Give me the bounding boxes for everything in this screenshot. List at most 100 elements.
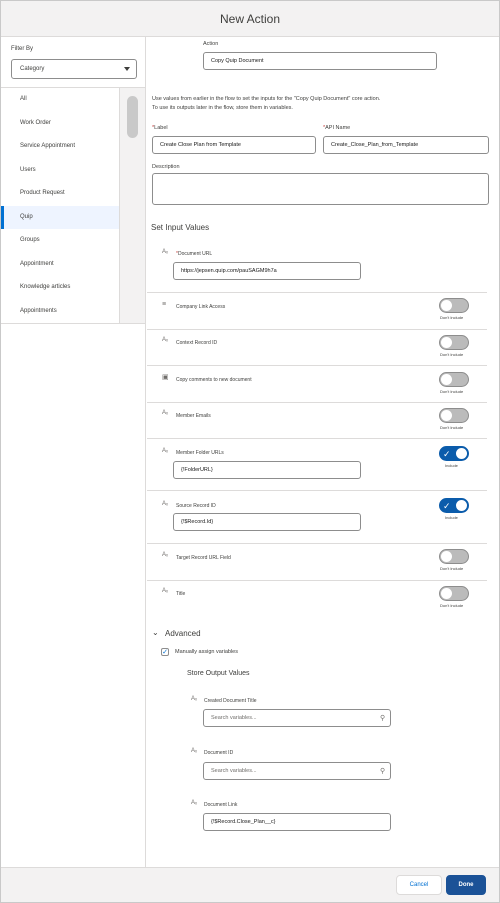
- toggle-state-label: Include: [445, 463, 458, 468]
- new-action-modal: New Action Filter By Category All Work O…: [0, 0, 500, 903]
- output-label-created-document-title: Created Document Title: [204, 698, 257, 704]
- checkmark-icon: ✓: [162, 649, 168, 656]
- text-type-icon: Aₓ: [162, 501, 168, 507]
- checkmark-icon: ✓: [443, 449, 451, 459]
- action-label: Action: [203, 41, 219, 47]
- context-record-id-toggle[interactable]: [439, 335, 469, 350]
- param-row-member-folder-urls: Aₓ Member Folder URLs ✓ Include {!Folder…: [147, 439, 487, 491]
- param-row-member-emails: Aₓ Member Emails Don't Include: [147, 403, 487, 439]
- text-type-icon: Aₓ: [191, 696, 197, 702]
- category-list: All Work Order Service Appointment Users…: [1, 87, 119, 324]
- category-item-work-order[interactable]: Work Order: [1, 112, 119, 136]
- title-toggle[interactable]: [439, 586, 469, 601]
- text-type-icon: Aₓ: [162, 552, 168, 558]
- copy-comments-toggle[interactable]: [439, 372, 469, 387]
- param-row-document-url: Aₓ *Document URL https://jepsen.quip.com…: [147, 239, 487, 293]
- filter-by-label: Filter By: [11, 46, 34, 52]
- label-input[interactable]: Create Close Plan from Template: [152, 136, 316, 154]
- param-label-document-url: *Document URL: [176, 251, 213, 257]
- target-record-url-field-toggle[interactable]: [439, 549, 469, 564]
- category-item-all[interactable]: All: [1, 88, 119, 112]
- api-name-label: *API Name: [323, 125, 351, 131]
- document-id-search[interactable]: Search variables...: [203, 762, 391, 780]
- toggle-state-label: Include: [445, 515, 458, 520]
- label-field-label: *Label: [152, 125, 168, 131]
- text-type-icon: Aₓ: [162, 448, 168, 454]
- advanced-section-toggle[interactable]: Advanced: [165, 629, 201, 638]
- toggle-state-label: Don't Include: [440, 315, 464, 320]
- param-label-target-record-url-field: Target Record URL Field: [176, 555, 231, 561]
- param-label-member-emails: Member Emails: [176, 413, 211, 419]
- param-row-copy-comments: ▣ Copy comments to new document Don't In…: [147, 366, 487, 403]
- toggle-state-label: Don't Include: [440, 352, 464, 357]
- company-link-access-toggle[interactable]: [439, 298, 469, 313]
- manual-assign-label: Manually assign variables: [175, 649, 238, 655]
- output-label-document-link: Document Link: [204, 802, 238, 808]
- source-record-id-toggle[interactable]: ✓: [439, 498, 469, 513]
- document-url-input[interactable]: https://jepsen.quip.com/pauSAGM9h7a: [173, 262, 361, 280]
- param-label-title: Title: [176, 591, 186, 597]
- param-label-member-folder-urls: Member Folder URLs: [176, 450, 224, 456]
- category-item-appointments[interactable]: Appointments: [1, 300, 119, 324]
- param-row-title: Aₓ Title Don't Include: [147, 581, 487, 617]
- manual-assign-checkbox[interactable]: ✓: [161, 648, 169, 656]
- output-label-document-id: Document ID: [204, 750, 234, 756]
- toggle-state-label: Don't Include: [440, 389, 464, 394]
- param-label-source-record-id: Source Record ID: [176, 503, 216, 509]
- param-row-context-record-id: Aₓ Context Record ID Don't Include: [147, 330, 487, 366]
- action-input[interactable]: Copy Quip Document: [203, 52, 437, 70]
- category-panel: Filter By Category All Work Order Servic…: [1, 37, 146, 867]
- member-folder-urls-toggle[interactable]: ✓: [439, 446, 469, 461]
- scrollbar-thumb[interactable]: [127, 96, 138, 138]
- help-text-line-1: Use values from earlier in the flow to s…: [152, 96, 381, 102]
- chevron-down-icon: [124, 67, 130, 71]
- param-row-target-record-url-field: Aₓ Target Record URL Field Don't Include: [147, 544, 487, 581]
- help-text-line-2: To use its outputs later in the flow, st…: [152, 104, 293, 111]
- filter-by-value: Category: [20, 66, 45, 72]
- picklist-type-icon: ≡: [162, 301, 167, 308]
- help-text: Use values from earlier in the flow to s…: [152, 95, 494, 112]
- param-row-company-link-access: ≡ Company Link Access Don't Include: [147, 293, 487, 330]
- member-emails-toggle[interactable]: [439, 408, 469, 423]
- param-label-company-link-access: Company Link Access: [176, 304, 226, 310]
- text-type-icon: Aₓ: [162, 249, 168, 255]
- category-scrollbar[interactable]: [119, 87, 145, 324]
- text-type-icon: Aₓ: [191, 800, 197, 806]
- modal-footer: Cancel Done: [1, 867, 499, 902]
- search-icon: ⚲: [380, 715, 386, 722]
- param-label-context-record-id: Context Record ID: [176, 340, 218, 346]
- search-icon: ⚲: [380, 768, 386, 775]
- store-output-values-title: Store Output Values: [187, 670, 250, 677]
- boolean-type-icon: ▣: [162, 374, 169, 381]
- action-config-panel: Action Copy Quip Document Use values fro…: [147, 37, 499, 867]
- category-item-product-request[interactable]: Product Request: [1, 182, 119, 206]
- set-input-values-title: Set Input Values: [151, 223, 210, 232]
- created-document-title-search[interactable]: Search variables...: [203, 709, 391, 727]
- done-button[interactable]: Done: [446, 875, 486, 895]
- member-folder-urls-input[interactable]: {!FolderURL}: [173, 461, 361, 479]
- category-item-quip[interactable]: Quip: [1, 205, 119, 229]
- text-type-icon: Aₓ: [162, 337, 168, 343]
- checkmark-icon: ✓: [443, 501, 451, 511]
- category-item-knowledge-articles[interactable]: Knowledge articles: [1, 276, 119, 300]
- document-link-input[interactable]: {!$Record.Close_Plan__c}: [203, 813, 391, 831]
- text-type-icon: Aₓ: [191, 748, 197, 754]
- param-label-copy-comments: Copy comments to new document: [176, 377, 252, 383]
- param-row-source-record-id: Aₓ Source Record ID ✓ Include {!$Record.…: [147, 491, 487, 544]
- chevron-down-icon[interactable]: ⌄: [152, 628, 159, 637]
- source-record-id-input[interactable]: {!$Record.Id}: [173, 513, 361, 531]
- category-item-service-appointment[interactable]: Service Appointment: [1, 135, 119, 159]
- modal-header: New Action: [1, 1, 499, 37]
- toggle-state-label: Don't Include: [440, 603, 464, 608]
- category-item-appointment[interactable]: Appointment: [1, 253, 119, 277]
- category-item-users[interactable]: Users: [1, 159, 119, 183]
- category-item-groups[interactable]: Groups: [1, 229, 119, 253]
- api-name-input[interactable]: Create_Close_Plan_from_Template: [323, 136, 489, 154]
- text-type-icon: Aₓ: [162, 588, 168, 594]
- modal-title: New Action: [219, 11, 281, 26]
- filter-by-select[interactable]: Category: [11, 59, 137, 79]
- cancel-button[interactable]: Cancel: [396, 875, 442, 895]
- text-type-icon: Aₓ: [162, 410, 168, 416]
- description-textarea[interactable]: [152, 173, 489, 205]
- toggle-state-label: Don't Include: [440, 425, 464, 430]
